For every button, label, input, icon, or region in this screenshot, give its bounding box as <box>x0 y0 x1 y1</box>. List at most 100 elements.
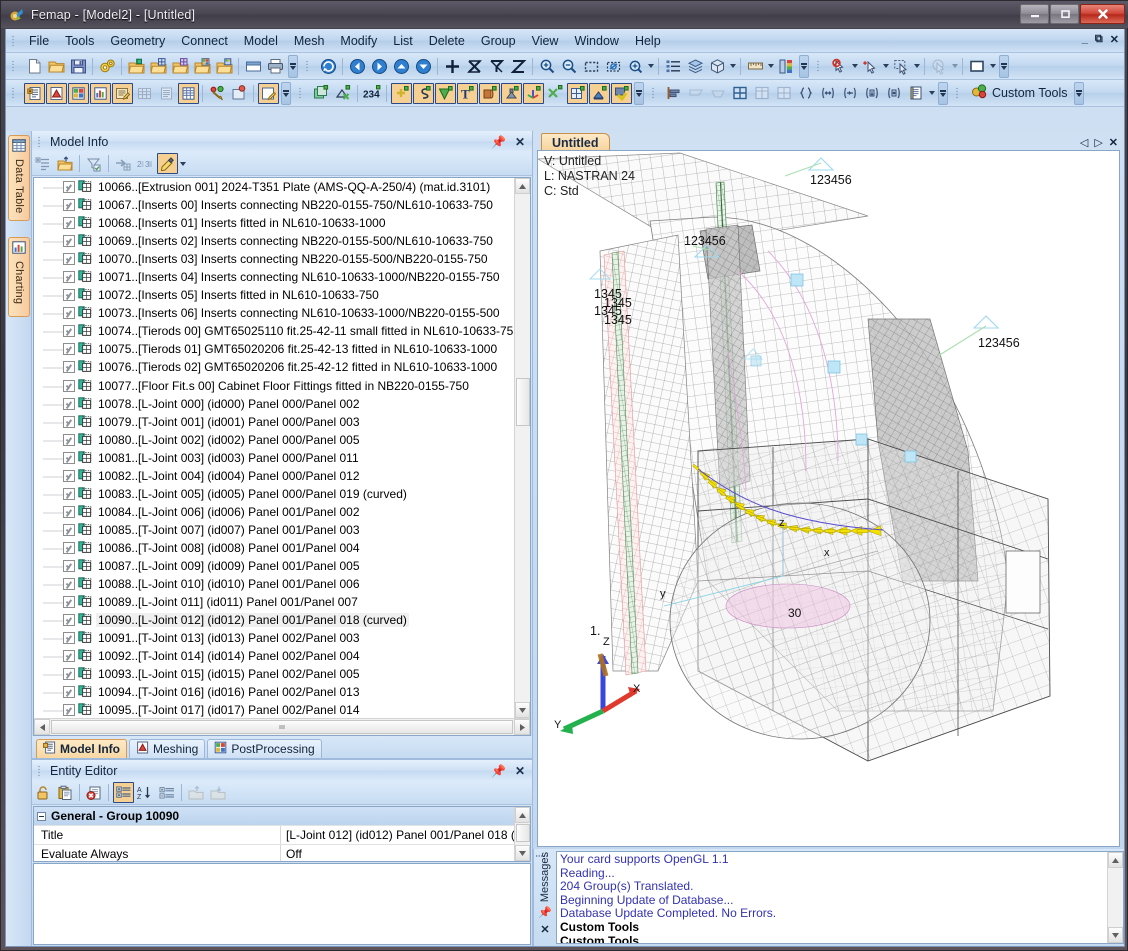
tree-item-checkbox[interactable] <box>63 596 75 609</box>
view-style-icon[interactable] <box>966 55 988 77</box>
tree-item-checkbox[interactable] <box>63 415 75 428</box>
tree-item-checkbox[interactable] <box>63 289 75 302</box>
taper2-icon[interactable] <box>707 82 729 104</box>
scroll-right-button[interactable] <box>514 719 530 735</box>
mdi-restore-icon[interactable]: ⧉ <box>1095 33 1103 46</box>
toolbar-overflow-button[interactable] <box>999 54 1009 78</box>
toolbar-overflow-button[interactable] <box>281 81 291 105</box>
select-add-icon[interactable] <box>859 55 881 77</box>
tree-item-checkbox[interactable] <box>63 560 75 572</box>
tree-item-10084[interactable]: 10084..[L-Joint 006] (id006) Panel 001/P… <box>34 502 514 521</box>
menu-list[interactable]: List <box>385 31 420 51</box>
page-setup-icon[interactable] <box>242 55 264 77</box>
mdi-minimize-icon[interactable]: _ <box>1082 33 1088 46</box>
close-tab-icon[interactable]: ✕ <box>1109 136 1118 149</box>
load-create-icon[interactable] <box>500 82 522 104</box>
tree-item-10069[interactable]: 10069..[Inserts 02] Inserts connecting N… <box>34 232 514 251</box>
tree-item-10093[interactable]: 10093..[L-Joint 015] (id015) Panel 002/P… <box>34 665 514 684</box>
tree-item-checkbox[interactable] <box>63 469 75 482</box>
list-view-icon[interactable] <box>662 55 684 77</box>
scroll-down-button[interactable] <box>515 702 530 718</box>
postprocessing-icon[interactable] <box>67 82 89 104</box>
reject-icon[interactable] <box>83 782 105 804</box>
select-none-chevron-down-icon[interactable] <box>850 55 859 77</box>
menu-modify[interactable]: Modify <box>332 31 385 51</box>
view-rotate-chevron-down-icon[interactable] <box>646 55 655 77</box>
tab-model-info[interactable]: Model Info <box>36 739 127 758</box>
entity-editor-scrollbar[interactable] <box>514 807 530 861</box>
entity-editor-group-header[interactable]: General - Group 10090 <box>34 807 530 826</box>
select-add-chevron-down-icon[interactable] <box>881 55 890 77</box>
menu-gripper[interactable] <box>10 33 18 49</box>
import-geometry-icon[interactable] <box>125 55 147 77</box>
connection-icon[interactable] <box>206 82 228 104</box>
tree-item-checkbox[interactable] <box>63 253 75 266</box>
export-mesh-icon[interactable] <box>169 55 191 77</box>
highlight-chevron-down-icon[interactable] <box>178 153 187 175</box>
mesh-grid-icon[interactable] <box>566 82 588 104</box>
toolbar-gripper-1[interactable] <box>10 58 18 74</box>
tree-item-checkbox[interactable] <box>63 632 75 645</box>
tree-item-10089[interactable]: 10089..[L-Joint 011] (id011) Panel 001/P… <box>34 593 514 612</box>
panel-gripper[interactable] <box>36 134 44 150</box>
tree-item-10067[interactable]: 10067..[Inserts 00] Inserts connecting N… <box>34 196 514 215</box>
api-table-icon[interactable] <box>177 82 199 104</box>
scroll-left-button[interactable] <box>34 719 50 735</box>
categorize-icon[interactable] <box>112 782 134 803</box>
toolbar-overflow-button[interactable] <box>288 54 298 78</box>
tree-item-10092[interactable]: 10092..[T-Joint 014] (id014) Panel 002/P… <box>34 647 514 666</box>
minimize-button[interactable] <box>1020 4 1049 24</box>
tree-item-checkbox[interactable] <box>63 325 75 338</box>
vtab-charting[interactable]: Charting <box>8 237 30 317</box>
close-icon[interactable]: ✕ <box>515 764 525 778</box>
tree-item-10083[interactable]: 10083..[L-Joint 005] (id005) Panel 000/P… <box>34 484 514 503</box>
tree-item-10074[interactable]: 10074..[Tierods 00] GMT65025110 fit.25-4… <box>34 322 514 341</box>
expand-tree-icon[interactable] <box>32 153 54 175</box>
messages-scrollbar[interactable] <box>1107 852 1123 943</box>
scroll-up-button[interactable] <box>515 178 530 194</box>
tree-item-checkbox[interactable] <box>63 614 75 627</box>
pin-icon[interactable]: 📌 <box>538 906 552 919</box>
data-table-icon[interactable] <box>133 82 155 104</box>
tree-item-10071[interactable]: 10071..[Inserts 04] Inserts connecting N… <box>34 268 514 287</box>
select-none-icon[interactable] <box>828 55 850 77</box>
scroll-down-button[interactable] <box>1108 927 1123 943</box>
notes-icon[interactable] <box>257 82 279 104</box>
tree-item-checkbox[interactable] <box>63 343 75 356</box>
node-create-icon[interactable] <box>390 82 412 104</box>
tree-item-10068[interactable]: 10068..[Inserts 01] Inserts fitted in NL… <box>34 214 514 233</box>
menu-help[interactable]: Help <box>627 31 669 51</box>
tree-item-10070[interactable]: 10070..[Inserts 03] Inserts connecting N… <box>34 250 514 269</box>
menu-connect[interactable]: Connect <box>173 31 236 51</box>
tree-item-checkbox[interactable] <box>63 668 75 681</box>
new-file-icon[interactable] <box>23 55 45 77</box>
scroll-up-button[interactable] <box>515 807 530 823</box>
tree-item-checkbox[interactable] <box>63 704 75 717</box>
entity-editor-value[interactable]: [L-Joint 012] (id012) Panel 001/Panel 01… <box>281 826 530 844</box>
paste-icon[interactable] <box>54 782 76 804</box>
tree-item-10081[interactable]: 10081..[L-Joint 003] (id003) Panel 000/P… <box>34 448 514 467</box>
align-left-icon[interactable] <box>663 82 685 104</box>
tree-item-10078[interactable]: 10078..[L-Joint 000] (id000) Panel 000/P… <box>34 394 514 413</box>
grid-split-icon[interactable] <box>751 82 773 104</box>
tree-item-checkbox[interactable] <box>63 451 75 464</box>
toolbar-gripper-5[interactable] <box>297 85 305 101</box>
taper-icon[interactable] <box>685 82 707 104</box>
text-create-icon[interactable]: T <box>456 82 478 104</box>
open-folder-icon[interactable] <box>45 55 67 77</box>
tree-horizontal-scrollbar[interactable] <box>34 718 530 735</box>
tree-item-10066[interactable]: 10066..[Extrusion 001] 2024-T351 Plate (… <box>34 178 514 197</box>
tree-item-10073[interactable]: 10073..[Inserts 06] Inserts connecting N… <box>34 304 514 323</box>
tree-item-10094[interactable]: 10094..[T-Joint 016] (id016) Panel 002/P… <box>34 683 514 702</box>
toolbar-overflow-button[interactable] <box>634 81 644 105</box>
tree-item-10088[interactable]: 10088..[L-Joint 010] (id010) Panel 001/P… <box>34 575 514 594</box>
save-icon[interactable] <box>67 55 89 77</box>
messages-log[interactable]: Your card supports OpenGL 1.1 Reading... 2… <box>556 851 1124 944</box>
highlight-mode-icon[interactable] <box>156 153 178 174</box>
expand-v-icon[interactable] <box>861 82 883 104</box>
zoom-out-icon[interactable] <box>558 55 580 77</box>
renumber-icon[interactable]: 23 <box>134 153 156 175</box>
graphics-canvas[interactable]: V: Untitled L: NASTRAN 24 C: Std 123456 … <box>537 150 1120 847</box>
autoscale-z-icon[interactable] <box>507 55 529 77</box>
tree-item-checkbox[interactable] <box>63 199 75 212</box>
